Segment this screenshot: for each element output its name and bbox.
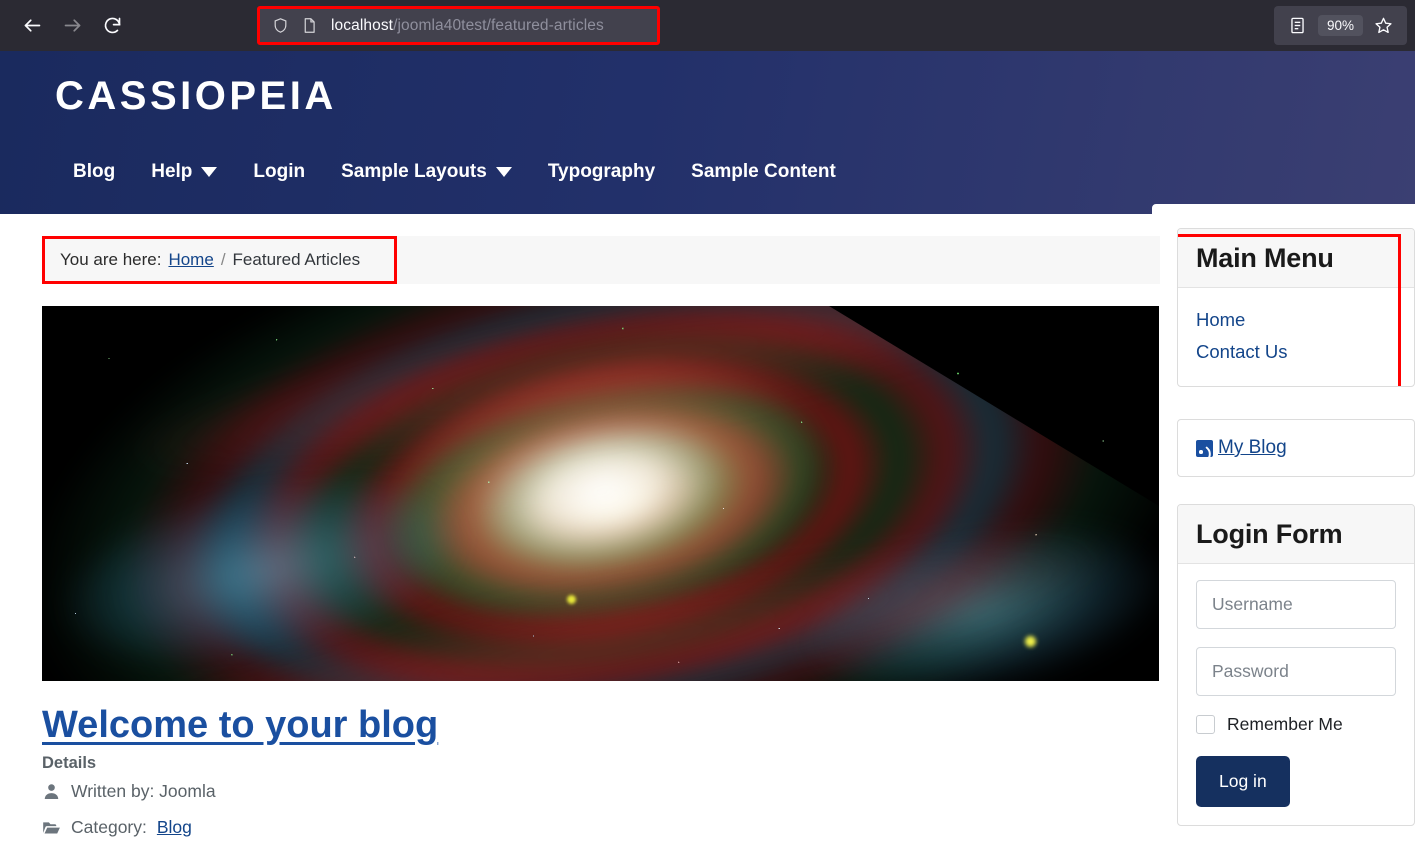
sidebar-item-contact-us[interactable]: Contact Us [1196,336,1396,368]
rss-link-label: My Blog [1218,437,1287,458]
nav-item-sample-layouts[interactable]: Sample Layouts [323,155,530,189]
details-label: Details [42,754,97,772]
main-menu-module: Main Menu Home Contact Us [1177,228,1415,387]
login-button[interactable]: Log in [1196,756,1290,807]
shield-icon [272,17,289,34]
nav-label: Sample Layouts [341,161,487,182]
article-title-link[interactable]: Welcome to your blog [42,704,438,747]
url-path: /joomla40test/featured-articles [393,16,604,34]
article-category: Category: Blog [42,817,192,838]
spiral-galaxy-image [42,306,1159,681]
nav-item-sample-content[interactable]: Sample Content [673,155,854,189]
nav-item-login[interactable]: Login [235,155,323,189]
folder-icon [43,822,60,834]
nav-label: Sample Content [691,161,836,182]
login-form-title: Login Form [1178,505,1414,564]
reader-mode-icon[interactable] [1282,10,1314,41]
blog-feed-module: My Blog [1177,419,1415,477]
chevron-down-icon [495,167,512,177]
article-author: Written by: Joomla [42,781,216,802]
browser-actions: 90% [1273,6,1407,45]
url-host: localhost [331,16,394,34]
zoom-level-badge[interactable]: 90% [1317,15,1363,36]
reload-icon[interactable] [92,6,132,46]
main-menu-body: Home Contact Us [1178,288,1414,386]
nav-label: Blog [73,161,116,182]
main-menu-title: Main Menu [1178,229,1414,288]
nav-item-typography[interactable]: Typography [530,155,673,189]
category-link[interactable]: Blog [157,817,192,838]
nav-item-blog[interactable]: Blog [55,155,133,189]
bookmark-star-icon[interactable] [1367,10,1399,41]
blog-feed-body: My Blog [1178,420,1414,476]
url-bar[interactable]: localhost/joomla40test/featured-articles [257,6,660,45]
browser-toolbar: localhost/joomla40test/featured-articles… [0,0,1415,51]
main-navigation: Blog Help Login Sample Layouts Typograph… [55,155,854,189]
sidebar-item-home[interactable]: Home [1196,304,1396,336]
nav-label: Help [151,161,193,182]
user-icon [44,784,59,800]
password-field[interactable] [1196,647,1396,696]
site-logo[interactable]: CASSIOPEIA [55,74,337,119]
page-content: You are here: Home / Featured Articles W… [0,214,1415,844]
rss-feed-icon [1196,439,1213,457]
chevron-down-icon [201,167,218,177]
username-field[interactable] [1196,580,1396,629]
nav-item-help[interactable]: Help [133,155,235,189]
login-form-body: Remember Me Log in [1178,564,1414,825]
nav-label: Typography [547,161,656,182]
remember-me-row[interactable]: Remember Me [1196,714,1396,735]
remember-me-label: Remember Me [1227,714,1343,734]
forward-arrow-icon[interactable] [52,6,92,46]
page-document-icon [301,17,318,34]
login-form-module: Login Form Remember Me Log in [1177,504,1415,826]
category-prefix: Category: [71,817,147,837]
site-header: CASSIOPEIA Blog Help Login Sample Layout… [0,51,1415,256]
back-arrow-icon[interactable] [12,6,52,46]
rss-feed-link[interactable]: My Blog [1196,437,1396,459]
url-text: localhost/joomla40test/featured-articles [331,17,604,35]
author-text: Written by: Joomla [71,781,216,801]
remember-me-checkbox[interactable] [1196,715,1215,734]
breadcrumb-highlight-box [42,236,397,284]
nav-label: Login [253,161,306,182]
